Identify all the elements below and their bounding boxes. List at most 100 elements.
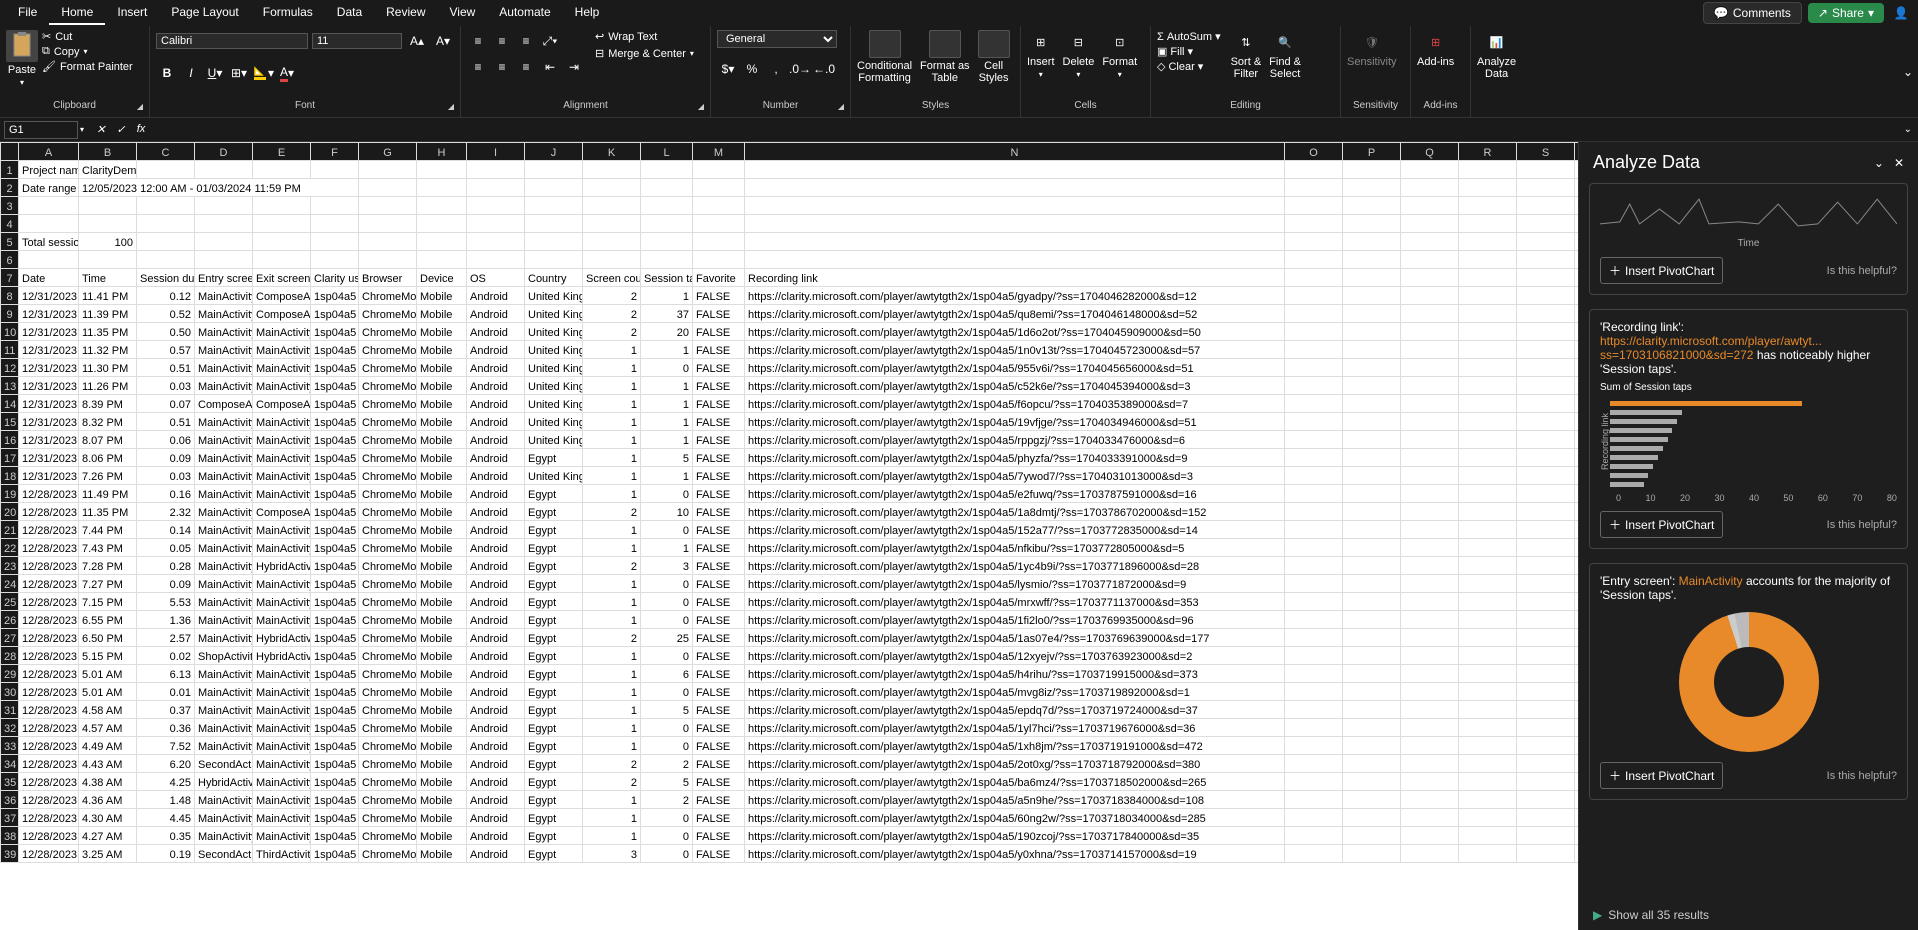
row-header-33[interactable]: 33	[1, 737, 19, 755]
col-header-M[interactable]: M	[693, 143, 745, 161]
row-header-11[interactable]: 11	[1, 341, 19, 359]
col-header-G[interactable]: G	[359, 143, 417, 161]
cell[interactable]	[1575, 665, 1579, 683]
cell[interactable]: Android	[467, 665, 525, 683]
cell[interactable]: Android	[467, 359, 525, 377]
cell[interactable]	[1575, 413, 1579, 431]
cell[interactable]: 2	[641, 755, 693, 773]
panel-close-button[interactable]: ✕	[1894, 156, 1904, 170]
cell[interactable]: Android	[467, 521, 525, 539]
cell[interactable]	[1401, 251, 1459, 269]
cell[interactable]	[525, 161, 583, 179]
cell[interactable]: FALSE	[693, 701, 745, 719]
cell[interactable]: 0.14	[137, 521, 195, 539]
cell[interactable]: 1	[583, 395, 641, 413]
cell[interactable]	[1459, 809, 1517, 827]
cell[interactable]: 2	[583, 305, 641, 323]
cell[interactable]: MainActivity	[253, 719, 311, 737]
cell[interactable]	[1459, 287, 1517, 305]
row-header-9[interactable]: 9	[1, 305, 19, 323]
cell[interactable]	[1401, 791, 1459, 809]
cell[interactable]	[1285, 287, 1343, 305]
increase-decimal-button[interactable]: .0→	[789, 58, 811, 80]
cell[interactable]: MainActivity	[253, 377, 311, 395]
cell[interactable]: MainActivity	[195, 827, 253, 845]
cell[interactable]: MainActivity	[253, 467, 311, 485]
cell[interactable]: 0.28	[137, 557, 195, 575]
cell[interactable]: MainActivity	[253, 539, 311, 557]
cell[interactable]	[641, 215, 693, 233]
cell[interactable]	[1575, 809, 1579, 827]
cell[interactable]: Android	[467, 485, 525, 503]
row-header-30[interactable]: 30	[1, 683, 19, 701]
cell[interactable]	[1401, 341, 1459, 359]
cell[interactable]: 3.25 AM	[79, 845, 137, 863]
cell[interactable]	[1285, 539, 1343, 557]
cell[interactable]: ChromeMobile	[359, 359, 417, 377]
row-header-32[interactable]: 32	[1, 719, 19, 737]
cell[interactable]	[1401, 827, 1459, 845]
number-format-select[interactable]: General	[717, 30, 837, 48]
cell[interactable]	[1401, 233, 1459, 251]
cell[interactable]: FALSE	[693, 827, 745, 845]
cell[interactable]: Egypt	[525, 773, 583, 791]
cell[interactable]: FALSE	[693, 629, 745, 647]
cell[interactable]: https://clarity.microsoft.com/player/awt…	[745, 827, 1285, 845]
cell[interactable]: 0.09	[137, 575, 195, 593]
cell[interactable]: Android	[467, 719, 525, 737]
cell[interactable]: 12/28/2023	[19, 755, 79, 773]
cell[interactable]: 0	[641, 827, 693, 845]
cell[interactable]	[1343, 575, 1401, 593]
cell[interactable]: Egypt	[525, 593, 583, 611]
cell[interactable]: 1sp04a5	[311, 449, 359, 467]
cell[interactable]: 12/28/2023	[19, 791, 79, 809]
cell[interactable]: 1sp04a5	[311, 719, 359, 737]
cell[interactable]: Android	[467, 701, 525, 719]
increase-font-button[interactable]: A▴	[406, 30, 428, 52]
cell[interactable]	[1401, 773, 1459, 791]
cell[interactable]: Egypt	[525, 503, 583, 521]
cell[interactable]: ThirdActivity	[253, 845, 311, 863]
dialog-launcher[interactable]: ◢	[838, 102, 844, 111]
cell[interactable]: 8.39 PM	[79, 395, 137, 413]
cell[interactable]: 1sp04a5	[311, 575, 359, 593]
cell[interactable]: United Kingdom	[525, 395, 583, 413]
col-header-A[interactable]: A	[19, 143, 79, 161]
cell[interactable]: MainActivity	[195, 449, 253, 467]
cell[interactable]	[1575, 719, 1579, 737]
cell[interactable]: ComposeActivity	[253, 287, 311, 305]
cell[interactable]: FALSE	[693, 845, 745, 863]
cell[interactable]: FALSE	[693, 305, 745, 323]
cell[interactable]	[79, 215, 137, 233]
cell[interactable]	[1575, 269, 1579, 287]
cell[interactable]	[417, 251, 467, 269]
cell[interactable]: United Kingdom	[525, 341, 583, 359]
cell[interactable]	[467, 161, 525, 179]
name-box[interactable]	[4, 121, 78, 139]
cell[interactable]: Total sessions	[19, 233, 79, 251]
cell[interactable]: ChromeMobile	[359, 701, 417, 719]
cell[interactable]	[1517, 359, 1575, 377]
cell[interactable]: MainActivity	[195, 575, 253, 593]
insert-pivotchart-button[interactable]: ＋Insert PivotChart	[1600, 511, 1723, 538]
cell[interactable]	[137, 161, 195, 179]
cell[interactable]: 11.35 PM	[79, 503, 137, 521]
cell[interactable]	[1459, 521, 1517, 539]
cell[interactable]	[1575, 755, 1579, 773]
cell[interactable]: ChromeMobile	[359, 485, 417, 503]
cell[interactable]	[1285, 233, 1343, 251]
cell[interactable]: MainActivity	[195, 413, 253, 431]
cell[interactable]	[1575, 305, 1579, 323]
cell[interactable]: 1	[583, 791, 641, 809]
cell[interactable]: 0.52	[137, 305, 195, 323]
cell[interactable]: 12/31/2023	[19, 413, 79, 431]
cell[interactable]	[1285, 215, 1343, 233]
cell[interactable]	[359, 251, 417, 269]
cell[interactable]: MainActivity	[253, 431, 311, 449]
cell[interactable]: https://clarity.microsoft.com/player/awt…	[745, 485, 1285, 503]
comments-button[interactable]: 💬Comments	[1703, 2, 1802, 24]
row-header-13[interactable]: 13	[1, 377, 19, 395]
cell[interactable]	[1459, 683, 1517, 701]
cell[interactable]	[1401, 809, 1459, 827]
cell[interactable]: ChromeMobile	[359, 557, 417, 575]
